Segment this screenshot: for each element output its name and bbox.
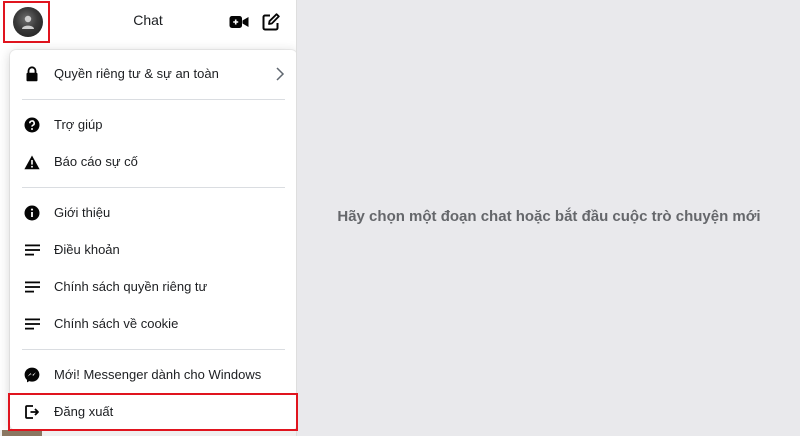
- menu-divider: [22, 99, 285, 100]
- lines-icon: [24, 279, 40, 295]
- video-camera-icon[interactable]: [229, 13, 249, 31]
- main-panel: Hãy chọn một đoạn chat hoặc bắt đầu cuộc…: [298, 0, 800, 436]
- lines-icon: [24, 316, 40, 332]
- menu-divider: [22, 349, 285, 350]
- page-title: Chat: [133, 12, 163, 28]
- chevron-right-icon: [273, 66, 287, 82]
- menu-item-cookie-policy[interactable]: Chính sách về cookie: [10, 307, 296, 341]
- lock-icon: [24, 66, 40, 82]
- menu-item-label: Quyền riêng tư & sự an toàn: [54, 66, 219, 81]
- menu-item-label: Mới! Messenger dành cho Windows: [54, 367, 262, 382]
- sidebar: Chat Quyền riêng tư & sự an toàn Trợ giú…: [0, 0, 297, 436]
- avatar-highlight: [3, 1, 50, 43]
- menu-item-label: Báo cáo sự cố: [54, 154, 138, 169]
- settings-menu: Quyền riêng tư & sự an toàn Trợ giúp Báo…: [10, 50, 296, 430]
- messenger-icon: [24, 367, 40, 383]
- help-icon: [24, 117, 40, 133]
- warning-icon: [24, 154, 40, 170]
- menu-item-label: Chính sách về cookie: [54, 316, 179, 331]
- menu-divider: [22, 187, 285, 188]
- compose-icon[interactable]: [261, 13, 281, 31]
- empty-state-message: Hãy chọn một đoạn chat hoặc bắt đầu cuộc…: [337, 208, 761, 225]
- menu-item-report-problem[interactable]: Báo cáo sự cố: [10, 145, 296, 179]
- menu-item-privacy[interactable]: Quyền riêng tư & sự an toàn: [10, 57, 296, 91]
- menu-item-about[interactable]: Giới thiệu: [10, 196, 296, 230]
- menu-item-label: Điều khoản: [54, 242, 120, 257]
- menu-item-messenger-windows[interactable]: Mới! Messenger dành cho Windows: [10, 358, 296, 392]
- avatar[interactable]: [13, 7, 43, 37]
- menu-item-label: Giới thiệu: [54, 205, 111, 220]
- menu-item-help[interactable]: Trợ giúp: [10, 108, 296, 142]
- menu-item-terms[interactable]: Điều khoản: [10, 233, 296, 267]
- chat-header: Chat: [0, 0, 296, 44]
- profile-avatar-icon: [22, 15, 34, 29]
- info-icon: [24, 205, 40, 221]
- logout-highlight: [8, 393, 298, 431]
- menu-item-label: Chính sách quyền riêng tư: [54, 279, 208, 294]
- menu-item-privacy-policy[interactable]: Chính sách quyền riêng tư: [10, 270, 296, 304]
- menu-item-label: Trợ giúp: [54, 117, 103, 132]
- lines-icon: [24, 242, 40, 258]
